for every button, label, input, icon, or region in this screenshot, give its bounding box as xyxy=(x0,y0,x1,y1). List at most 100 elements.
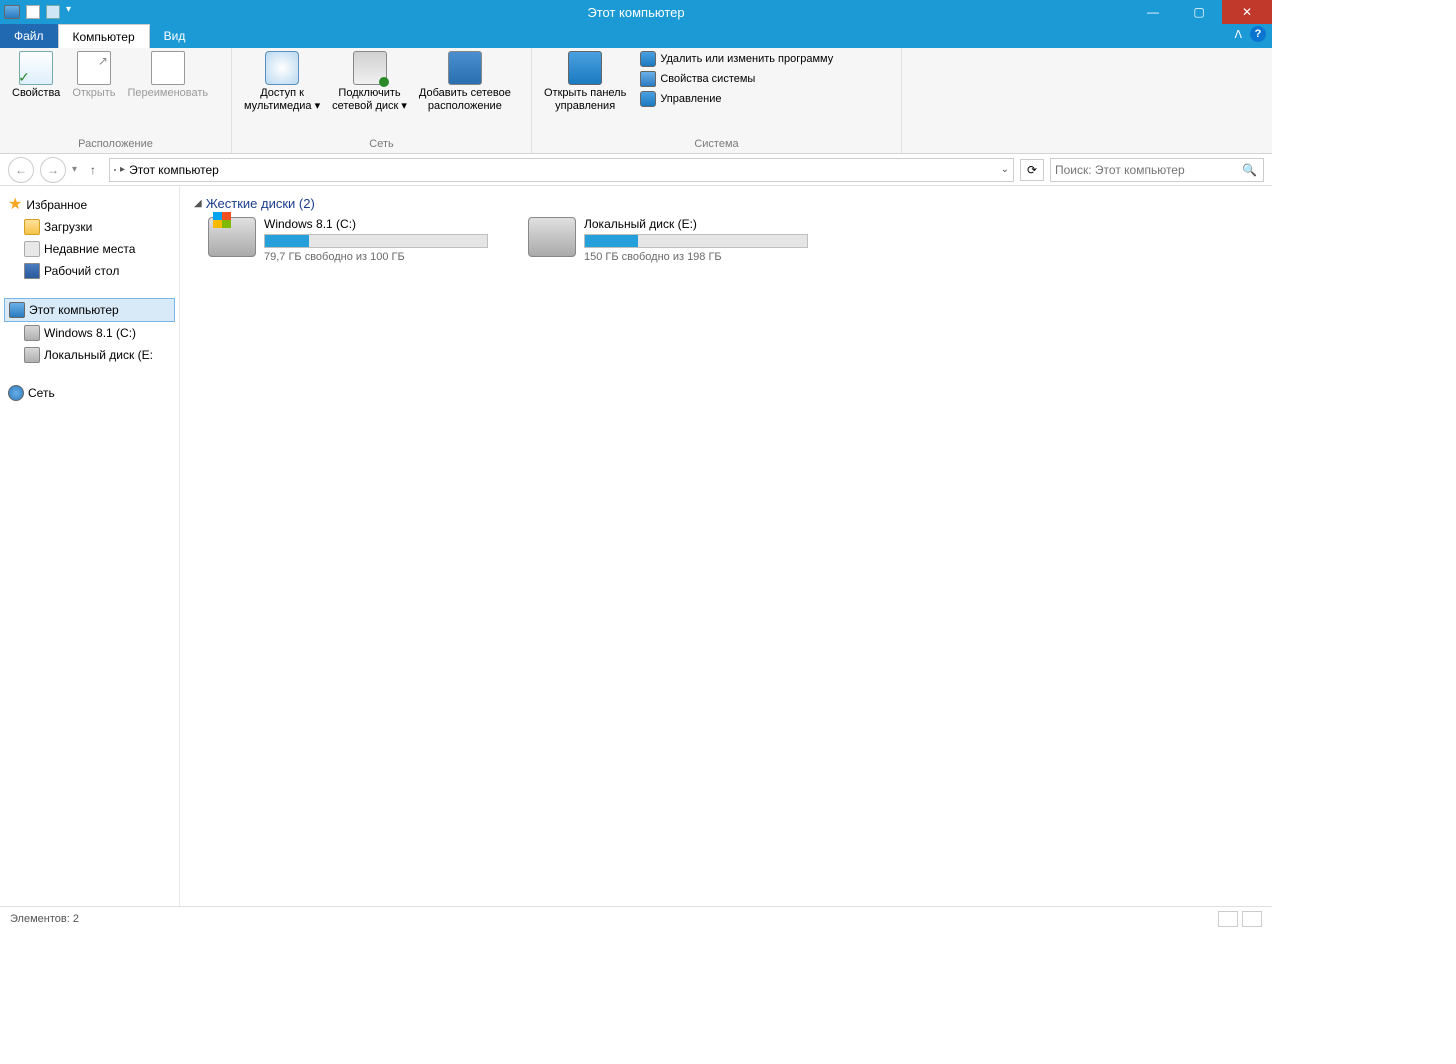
open-button: Открыть xyxy=(66,51,121,100)
desktop-icon xyxy=(24,263,40,279)
rename-button: Переименовать xyxy=(122,51,215,100)
view-tiles-button[interactable] xyxy=(1242,911,1262,927)
category-hard-drives[interactable]: ◢ Жесткие диски (2) xyxy=(194,196,1258,211)
sidebar-this-pc[interactable]: Этот компьютер xyxy=(4,298,175,322)
add-netloc-label: Добавить сетевое расположение xyxy=(419,87,511,113)
refresh-button[interactable]: ⟳ xyxy=(1020,159,1044,181)
breadcrumb-sep-icon: ▸ xyxy=(120,164,125,175)
sidebar-favorites[interactable]: ★ Избранное xyxy=(4,194,175,216)
search-input[interactable] xyxy=(1055,163,1259,177)
up-button[interactable]: ↑ xyxy=(83,160,103,180)
control-panel-icon xyxy=(568,51,602,85)
search-icon: 🔍 xyxy=(1242,163,1257,177)
pc-icon xyxy=(9,302,25,318)
drive-usage-bar xyxy=(264,234,488,248)
hdd-icon xyxy=(24,347,40,363)
manage-icon xyxy=(640,91,656,107)
sidebar-favorites-label: Избранное xyxy=(26,198,87,212)
drive-name: Локальный диск (E:) xyxy=(584,217,808,231)
star-icon: ★ xyxy=(8,197,22,213)
folder-icon xyxy=(24,219,40,235)
view-details-button[interactable] xyxy=(1218,911,1238,927)
drive-icon xyxy=(208,217,256,257)
sidebar-item-label: Windows 8.1 (C:) xyxy=(44,326,136,340)
history-dropdown-icon[interactable]: ▾ xyxy=(72,164,77,175)
drive-free-text: 79,7 ГБ свободно из 100 ГБ xyxy=(264,251,488,263)
open-icon xyxy=(77,51,111,85)
drive-icon xyxy=(528,217,576,257)
sidebar-item-label: Загрузки xyxy=(44,220,92,234)
sidebar-item-desktop[interactable]: Рабочий стол xyxy=(4,260,175,282)
uninstall-button[interactable]: Удалить или изменить программу xyxy=(640,51,833,67)
add-netloc-button[interactable]: Добавить сетевое расположение xyxy=(413,51,517,113)
sidebar-network[interactable]: Сеть xyxy=(4,382,175,404)
rename-label: Переименовать xyxy=(128,87,209,100)
sidebar-item-downloads[interactable]: Загрузки xyxy=(4,216,175,238)
group-system-label: Система xyxy=(532,138,901,153)
map-drive-icon xyxy=(353,51,387,85)
drive-name: Windows 8.1 (C:) xyxy=(264,217,488,231)
map-drive-label: Подключить сетевой диск ▾ xyxy=(332,87,407,113)
sidebar-item-label: Локальный диск (E: xyxy=(44,348,153,362)
group-network-label: Сеть xyxy=(232,138,531,153)
tab-file[interactable]: Файл xyxy=(0,24,58,48)
media-icon xyxy=(265,51,299,85)
sidebar-item-drive-e[interactable]: Локальный диск (E: xyxy=(4,344,175,366)
group-location-label: Расположение xyxy=(0,138,231,153)
address-bar-row: ← → ▾ ↑ ▸ Этот компьютер ⌄ ⟳ 🔍 xyxy=(0,154,1272,186)
address-dropdown-icon[interactable]: ⌄ xyxy=(1001,164,1009,175)
media-access-button[interactable]: Доступ к мультимедиа ▾ xyxy=(238,51,326,113)
manage-label: Управление xyxy=(660,93,721,105)
search-box[interactable]: 🔍 xyxy=(1050,158,1264,182)
sidebar-this-pc-label: Этот компьютер xyxy=(29,303,119,317)
open-label: Открыть xyxy=(72,87,115,100)
network-icon xyxy=(8,385,24,401)
drive-item-e[interactable]: Локальный диск (E:) 150 ГБ свободно из 1… xyxy=(528,217,808,263)
category-label: Жесткие диски (2) xyxy=(206,196,315,211)
sidebar-item-label: Рабочий стол xyxy=(44,264,119,278)
tab-view[interactable]: Вид xyxy=(150,24,200,48)
ribbon: Свойства Открыть Переименовать Расположе… xyxy=(0,48,1272,154)
uninstall-icon xyxy=(640,51,656,67)
add-netloc-icon xyxy=(448,51,482,85)
drive-usage-bar xyxy=(584,234,808,248)
properties-button[interactable]: Свойства xyxy=(6,51,66,100)
maximize-button[interactable]: ▢ xyxy=(1176,0,1222,24)
sidebar-item-label: Недавние места xyxy=(44,242,135,256)
drive-item-c[interactable]: Windows 8.1 (C:) 79,7 ГБ свободно из 100… xyxy=(208,217,488,263)
address-pc-icon xyxy=(114,169,116,171)
window-title: Этот компьютер xyxy=(0,5,1272,20)
control-panel-button[interactable]: Открыть панель управления xyxy=(538,51,632,113)
close-button[interactable]: ✕ xyxy=(1222,0,1272,24)
recent-icon xyxy=(24,241,40,257)
map-drive-button[interactable]: Подключить сетевой диск ▾ xyxy=(326,51,413,113)
manage-button[interactable]: Управление xyxy=(640,91,833,107)
tab-computer[interactable]: Компьютер xyxy=(58,24,150,48)
hdd-icon xyxy=(24,325,40,341)
sidebar-item-recent[interactable]: Недавние места xyxy=(4,238,175,260)
system-props-button[interactable]: Свойства системы xyxy=(640,71,833,87)
minimize-button[interactable]: — xyxy=(1130,0,1176,24)
collapse-arrow-icon[interactable]: ◢ xyxy=(194,198,202,209)
status-item-count: Элементов: 2 xyxy=(10,913,79,925)
forward-button[interactable]: → xyxy=(40,157,66,183)
media-label: Доступ к мультимедиа ▾ xyxy=(244,87,320,113)
ribbon-collapse-icon[interactable]: ᐱ xyxy=(1234,28,1242,41)
ribbon-tabs: Файл Компьютер Вид ᐱ ? xyxy=(0,24,1272,48)
control-panel-label: Открыть панель управления xyxy=(544,87,626,113)
rename-icon xyxy=(151,51,185,85)
system-props-label: Свойства системы xyxy=(660,73,755,85)
drive-free-text: 150 ГБ свободно из 198 ГБ xyxy=(584,251,808,263)
properties-label: Свойства xyxy=(12,87,60,100)
status-bar: Элементов: 2 xyxy=(0,906,1272,930)
help-icon[interactable]: ? xyxy=(1250,26,1266,42)
content-pane: ◢ Жесткие диски (2) Windows 8.1 (C:) 79,… xyxy=(180,186,1272,906)
sidebar-network-label: Сеть xyxy=(28,386,55,400)
title-bar: ▾ Этот компьютер — ▢ ✕ xyxy=(0,0,1272,24)
back-button[interactable]: ← xyxy=(8,157,34,183)
breadcrumb-location[interactable]: Этот компьютер xyxy=(129,163,219,177)
system-props-icon xyxy=(640,71,656,87)
sidebar-item-drive-c[interactable]: Windows 8.1 (C:) xyxy=(4,322,175,344)
navigation-pane: ★ Избранное Загрузки Недавние места Рабо… xyxy=(0,186,180,906)
address-bar[interactable]: ▸ Этот компьютер ⌄ xyxy=(109,158,1014,182)
